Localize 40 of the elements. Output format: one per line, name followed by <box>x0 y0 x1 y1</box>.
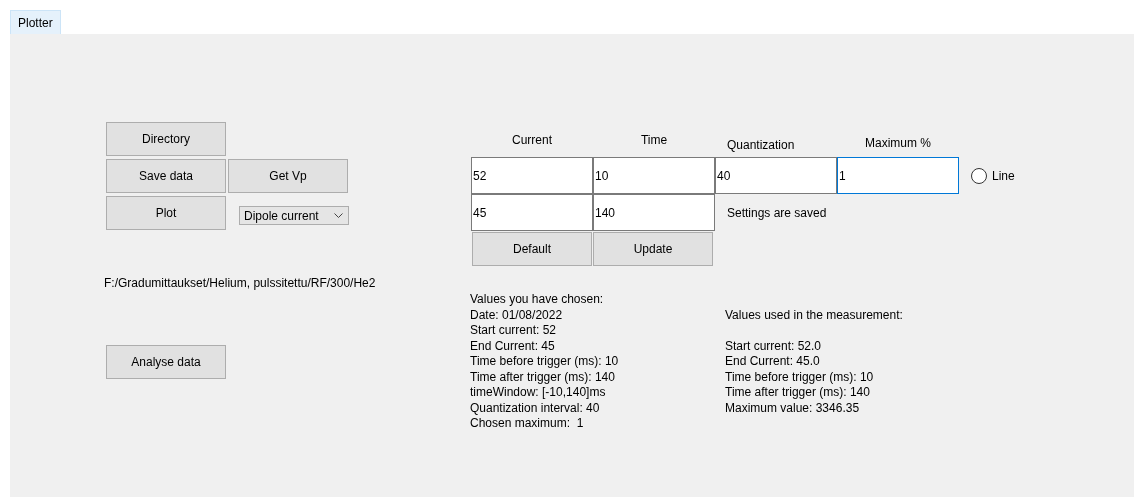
dropdown-value: Dipole current <box>244 209 319 222</box>
input-field[interactable]: 45 <box>471 194 593 231</box>
values-heading: Values you have chosen: <box>470 292 605 308</box>
value-line: Time after trigger (ms): 140 <box>725 385 871 401</box>
value-line: Date: 01/08/2022 <box>470 307 564 323</box>
value-line: Quantization interval: 40 <box>470 400 601 416</box>
column-header: Maximum % <box>865 137 931 152</box>
get-vp-button[interactable]: Get Vp <box>228 159 348 193</box>
value-line: Time before trigger (ms): 10 <box>725 369 875 385</box>
value-line: End Current: 45 <box>470 338 556 354</box>
values-heading: Values used in the measurement: <box>725 307 903 323</box>
value-line: Time before trigger (ms): 10 <box>470 354 620 370</box>
directory-path: F:/Gradumittaukset/Helium, pulssitettu/RF/300/He2 <box>104 275 376 292</box>
column-header: Time <box>640 134 668 149</box>
save-data-button[interactable]: Save data <box>106 159 226 193</box>
tab[interactable]: Plotter <box>10 10 61 34</box>
column-header: Quantization <box>727 139 795 154</box>
radio-label: Line <box>992 167 1015 185</box>
value-line: End Current: 45.0 <box>725 354 821 370</box>
value-line: Maximum value: 3346.35 <box>725 400 861 416</box>
value-line: Time after trigger (ms): 140 <box>470 369 616 385</box>
input-field[interactable]: 1 <box>837 157 959 194</box>
analyse-data-button[interactable]: Analyse data <box>106 345 226 379</box>
plot-button[interactable]: Plot <box>106 196 226 230</box>
action-button[interactable]: Default <box>472 232 592 266</box>
column-header: Current <box>512 134 552 149</box>
input-field[interactable]: 10 <box>593 157 715 194</box>
chevron-down-icon <box>334 213 343 218</box>
directory-button[interactable]: Directory <box>106 122 226 156</box>
status-text: Settings are saved <box>727 204 827 222</box>
value-line: timeWindow: [-10,140]ms <box>470 385 607 401</box>
input-field[interactable]: 40 <box>715 157 837 194</box>
dropdown[interactable]: Dipole current <box>239 206 349 225</box>
value-line: Chosen maximum: 1 <box>470 416 585 432</box>
action-button[interactable]: Update <box>593 232 713 266</box>
radio-button[interactable] <box>971 167 987 184</box>
input-field[interactable]: 140 <box>593 194 715 231</box>
value-line: Start current: 52 <box>470 323 558 339</box>
value-line: Start current: 52.0 <box>725 338 823 354</box>
input-field[interactable]: 52 <box>471 157 593 194</box>
